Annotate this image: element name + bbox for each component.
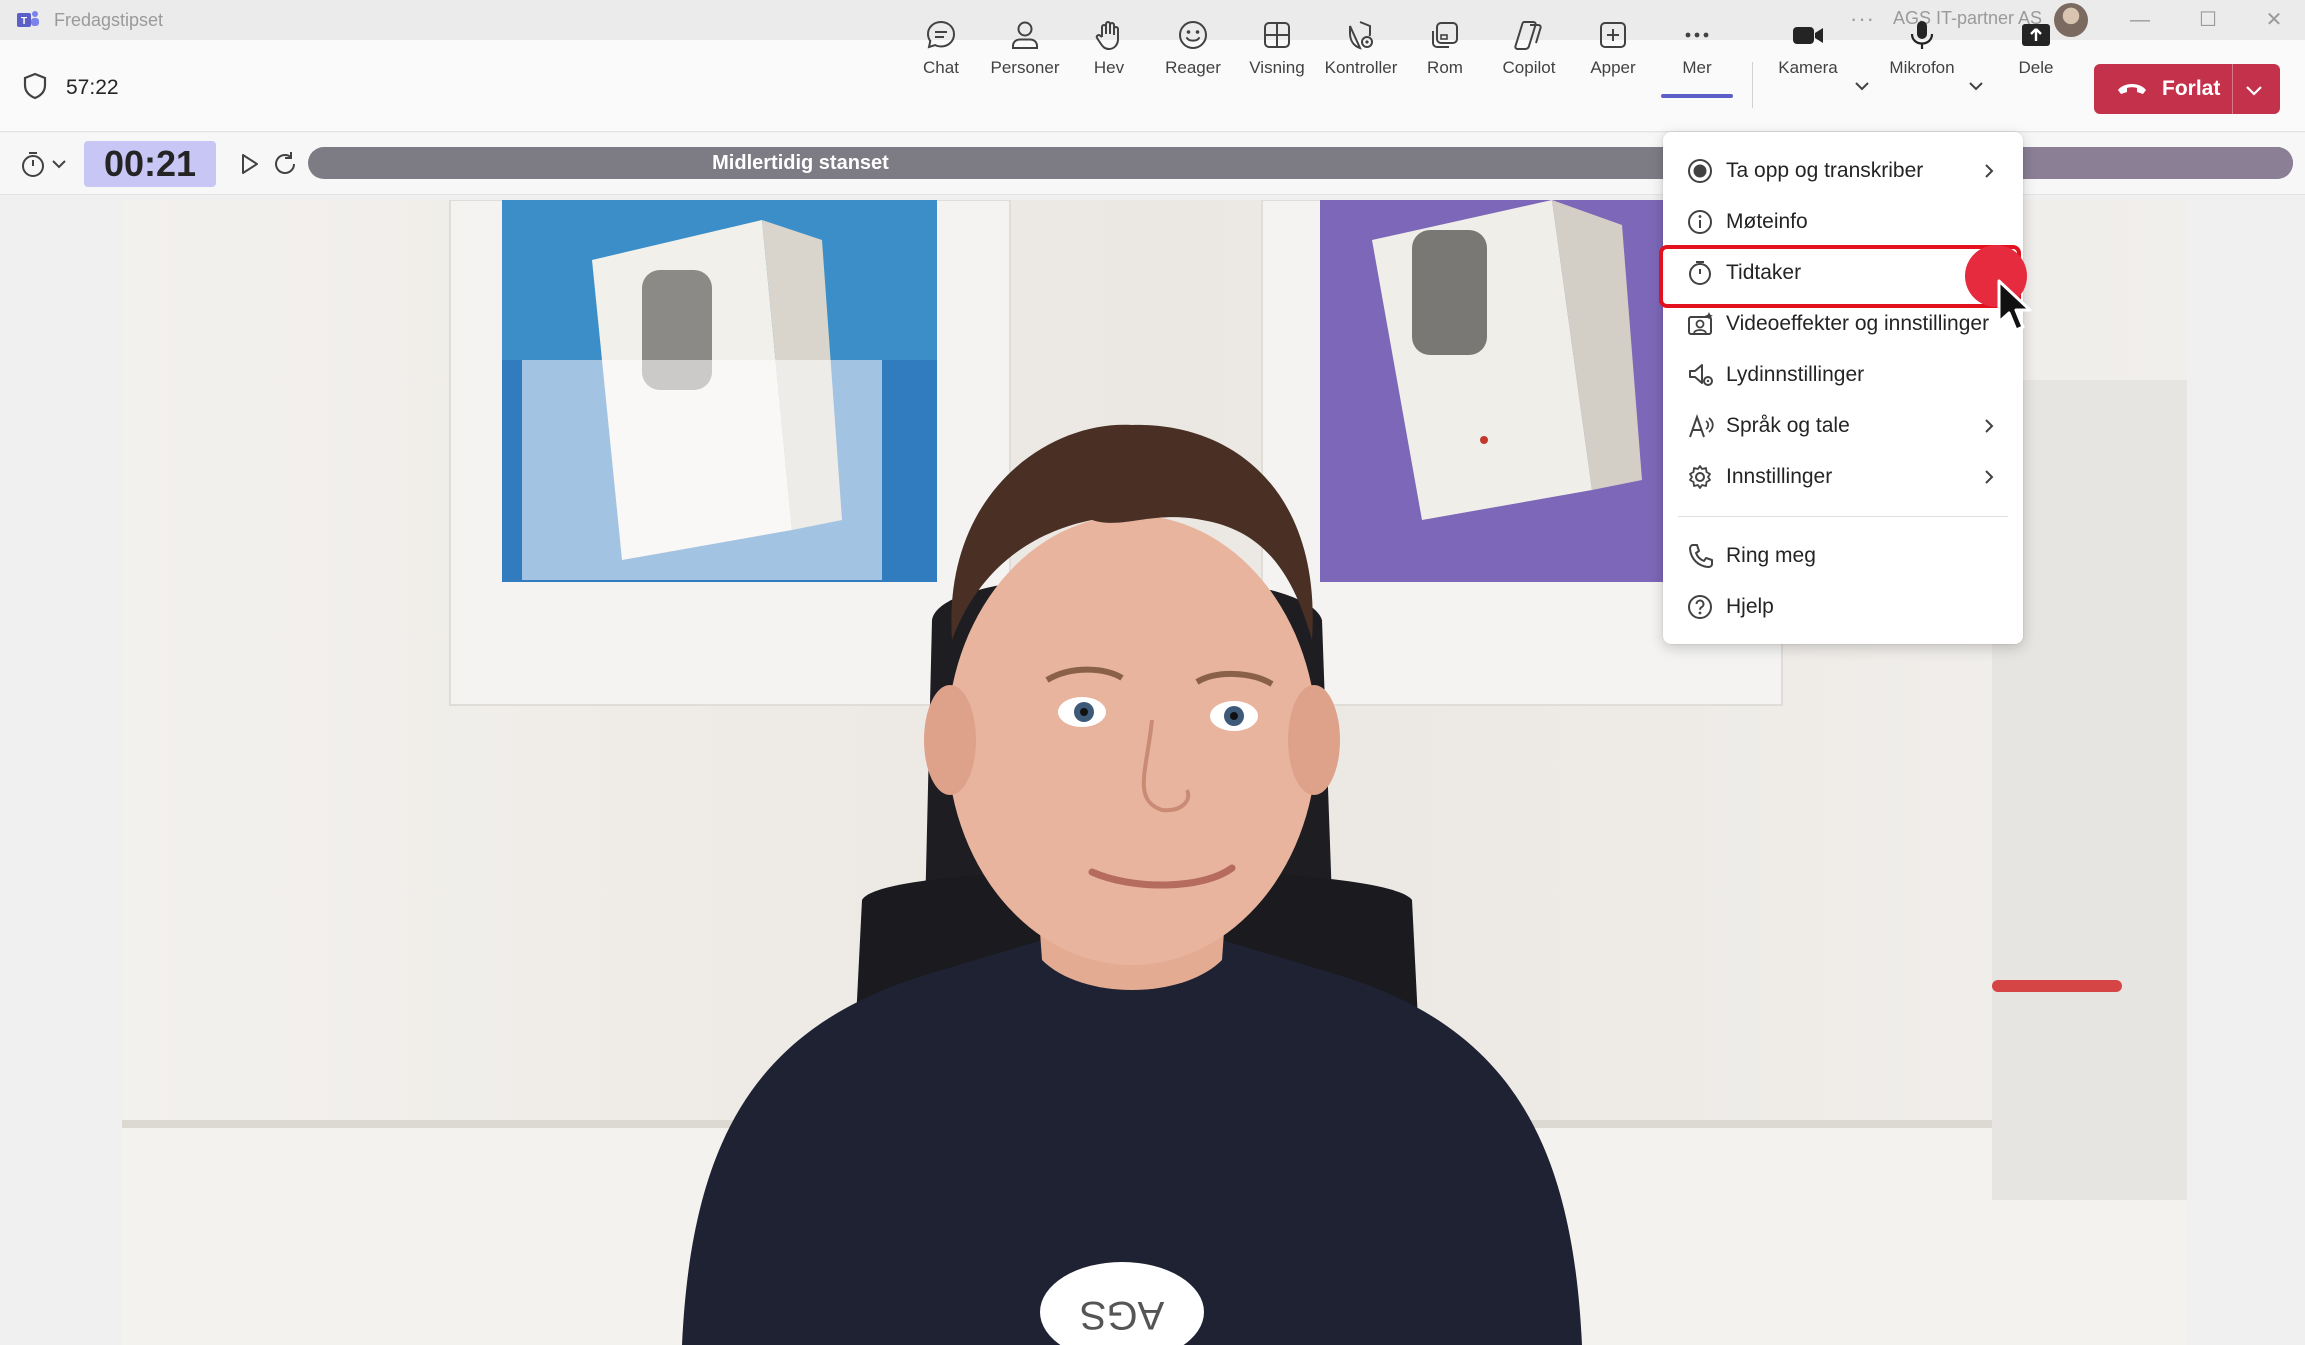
record-icon	[1688, 159, 1712, 183]
microphone-label: Mikrofon	[1889, 58, 1955, 77]
camera-icon	[1793, 27, 1823, 44]
leave-separator	[2232, 64, 2233, 114]
menu-item-label: Ring meg	[1726, 544, 1816, 567]
more-button[interactable]: Mer	[1655, 18, 1739, 98]
hand-icon	[1095, 21, 1119, 50]
svg-text:T: T	[21, 16, 27, 27]
leave-options-chevron-icon[interactable]	[2242, 78, 2266, 102]
microphone-icon	[1910, 21, 1934, 49]
camera-options-chevron-icon[interactable]	[1850, 74, 1874, 98]
stopwatch-icon[interactable]	[18, 149, 48, 179]
add-app-icon	[1600, 22, 1626, 48]
timer-status: Midlertidig stanset	[712, 152, 889, 174]
raise-hand-label: Hev	[1093, 58, 1125, 77]
menu-item-label: Innstillinger	[1726, 465, 1833, 488]
menu-item-label: Lydinnstillinger	[1726, 363, 1865, 386]
microphone-options-chevron-icon[interactable]	[1964, 74, 1988, 98]
menu-item-meeting-info[interactable]: Møteinfo	[1663, 197, 2023, 247]
maximize-icon[interactable]: ☐	[2188, 6, 2228, 34]
react-label: Reager	[1165, 58, 1221, 77]
microphone-button[interactable]: Mikrofon	[1880, 18, 1964, 84]
gear-icon	[1689, 465, 1711, 489]
more-horizontal-icon	[1685, 32, 1709, 38]
controls-label: Kontroller	[1324, 58, 1398, 77]
timer-chevron-down-icon[interactable]	[48, 153, 70, 175]
camera-label: Kamera	[1778, 58, 1838, 77]
people-label: Personer	[990, 58, 1060, 77]
play-icon[interactable]	[234, 149, 264, 179]
timer-value: 00:21	[84, 141, 216, 187]
copilot-label: Copilot	[1502, 58, 1556, 77]
minimize-icon[interactable]: —	[2120, 6, 2160, 34]
menu-item-label: Hjelp	[1726, 595, 1774, 618]
people-button[interactable]: Personer	[983, 18, 1067, 84]
share-label: Dele	[2018, 58, 2054, 77]
menu-divider	[1678, 516, 2008, 517]
menu-item-audio-settings[interactable]: Lydinnstillinger	[1663, 350, 2023, 400]
raise-hand-button[interactable]: Hev	[1067, 18, 1151, 84]
window-title: Fredagstipset	[54, 10, 164, 30]
chat-icon	[926, 20, 956, 49]
teams-logo-icon: T	[17, 11, 39, 27]
menu-item-label: Språk og tale	[1726, 414, 1850, 437]
menu-item-record-transcribe[interactable]: Ta opp og transkriber	[1663, 146, 2023, 196]
more-label: Mer	[1682, 58, 1712, 77]
react-button[interactable]: Reager	[1151, 18, 1235, 84]
leave-button[interactable]: Forlat	[2094, 64, 2280, 114]
menu-item-label: Møteinfo	[1726, 210, 1808, 233]
copilot-button[interactable]: Copilot	[1487, 18, 1571, 84]
rooms-button[interactable]: Rom	[1403, 18, 1487, 84]
share-button[interactable]: Dele	[1994, 18, 2078, 84]
apps-label: Apper	[1590, 58, 1636, 77]
title-more-icon[interactable]: ···	[1850, 6, 1875, 32]
hang-up-icon	[2118, 84, 2146, 94]
chat-button[interactable]: Chat	[899, 18, 983, 84]
breakout-rooms-icon	[1432, 22, 1458, 48]
more-menu: Ta opp og transkriber Møteinfo Tidtaker …	[1663, 132, 2023, 644]
person-icon	[1012, 21, 1038, 49]
chevron-right-icon	[1985, 470, 1994, 484]
video-effects-icon	[1688, 312, 1713, 335]
reset-icon[interactable]	[270, 149, 300, 179]
smiley-icon	[1179, 21, 1207, 49]
phone-icon	[1689, 544, 1713, 568]
chevron-right-icon	[1985, 419, 1994, 433]
share-screen-icon	[2022, 24, 2050, 46]
menu-item-label: Ta opp og transkriber	[1726, 159, 1924, 182]
menu-item-help[interactable]: Hjelp	[1663, 582, 2023, 632]
grid-view-icon	[1264, 22, 1290, 48]
speaker-settings-icon	[1689, 364, 1713, 386]
view-label: Visning	[1249, 58, 1305, 77]
help-icon	[1688, 595, 1712, 619]
chat-label: Chat	[923, 58, 959, 77]
shield-gear-icon	[1349, 21, 1373, 50]
rooms-label: Rom	[1427, 58, 1463, 77]
meeting-duration: 57:22	[66, 76, 119, 99]
apps-button[interactable]: Apper	[1571, 18, 1655, 84]
shirt-logo-text: AGS	[1080, 1293, 1164, 1337]
menu-item-label: Videoeffekter og innstillinger	[1726, 312, 1990, 335]
language-icon	[1689, 413, 1714, 438]
mouse-cursor-icon	[1997, 279, 2032, 332]
menu-item-settings[interactable]: Innstillinger	[1663, 452, 2023, 502]
controls-button[interactable]: Kontroller	[1319, 18, 1403, 84]
copilot-icon	[1514, 21, 1542, 50]
menu-item-language-speech[interactable]: Språk og tale	[1663, 401, 2023, 451]
camera-button[interactable]: Kamera	[1766, 18, 1850, 84]
shield-icon	[23, 72, 47, 100]
info-icon	[1688, 210, 1712, 234]
menu-item-call-me[interactable]: Ring meg	[1663, 531, 2023, 581]
chevron-right-icon	[1985, 164, 1994, 178]
toolbar-divider	[1752, 62, 1753, 108]
leave-label: Forlat	[2162, 77, 2221, 100]
close-icon[interactable]: ✕	[2254, 6, 2294, 34]
view-button[interactable]: Visning	[1235, 18, 1319, 84]
